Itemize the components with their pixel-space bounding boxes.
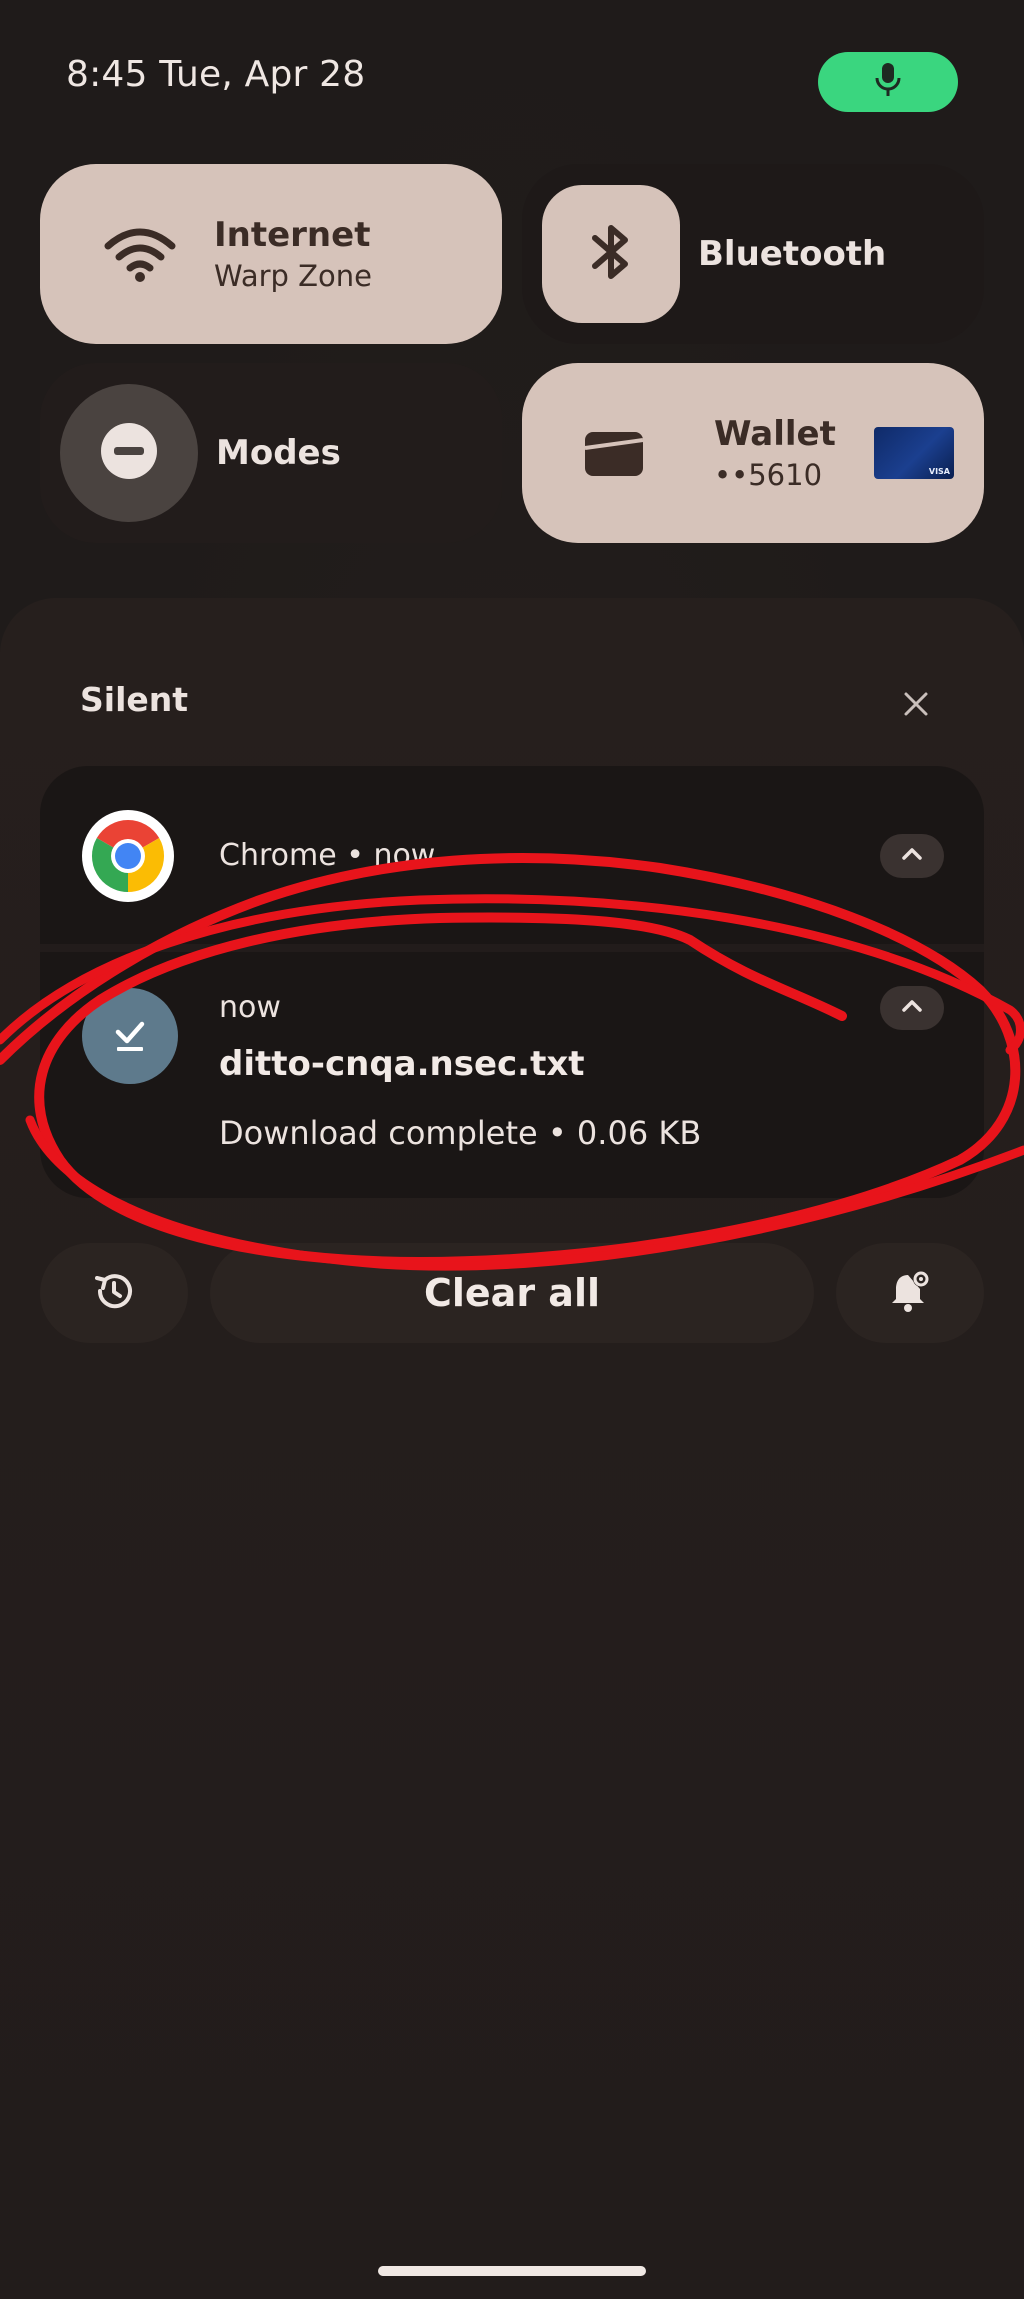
close-icon[interactable]	[888, 676, 944, 732]
wallet-icon	[572, 383, 656, 523]
download-notification-time: now	[219, 990, 281, 1025]
modes-title: Modes	[216, 433, 341, 473]
section-label-silent: Silent	[80, 680, 189, 719]
bluetooth-title: Bluetooth	[698, 234, 887, 274]
wallet-title: Wallet	[714, 414, 836, 454]
modes-tile[interactable]: Modes	[40, 363, 502, 543]
bluetooth-icon	[589, 220, 633, 288]
wallet-card-image: VISA	[874, 427, 954, 479]
chrome-icon	[82, 810, 174, 902]
internet-title: Internet	[214, 215, 371, 255]
collapse-chrome-group-button[interactable]	[880, 834, 944, 878]
modes-toggle[interactable]	[60, 384, 198, 522]
history-icon	[91, 1268, 137, 1318]
download-done-icon	[82, 988, 178, 1084]
notification-settings-button[interactable]	[836, 1243, 984, 1343]
notification-history-button[interactable]	[40, 1243, 188, 1343]
collapse-download-notification-button[interactable]	[880, 986, 944, 1030]
chevron-up-icon	[900, 998, 924, 1018]
notification-divider	[40, 944, 984, 952]
bluetooth-toggle[interactable]	[542, 185, 680, 323]
wallet-tile[interactable]: Wallet ••5610 VISA	[522, 363, 984, 543]
chrome-app-line: Chrome • now	[219, 838, 436, 873]
mic-indicator[interactable]	[818, 52, 958, 112]
mic-icon	[873, 61, 903, 103]
internet-tile[interactable]: Internet Warp Zone	[40, 164, 502, 344]
wallet-card-brand: VISA	[928, 467, 950, 476]
download-notification-body: Download complete • 0.06 KB	[219, 1114, 702, 1152]
do-not-disturb-icon	[99, 421, 159, 485]
internet-subtitle: Warp Zone	[214, 259, 372, 293]
clear-all-button[interactable]: Clear all	[210, 1243, 814, 1343]
bluetooth-tile[interactable]: Bluetooth	[522, 164, 984, 344]
home-gesture-bar[interactable]	[378, 2266, 646, 2276]
download-notification-title[interactable]: ditto-cnqa.nsec.txt	[219, 1044, 585, 1084]
wallet-card-number: ••5610	[714, 458, 823, 492]
wifi-icon	[90, 184, 190, 324]
clock-and-date: 8:45 Tue, Apr 28	[66, 54, 366, 95]
chevron-up-icon	[900, 846, 924, 866]
notification-settings-icon	[888, 1267, 932, 1319]
